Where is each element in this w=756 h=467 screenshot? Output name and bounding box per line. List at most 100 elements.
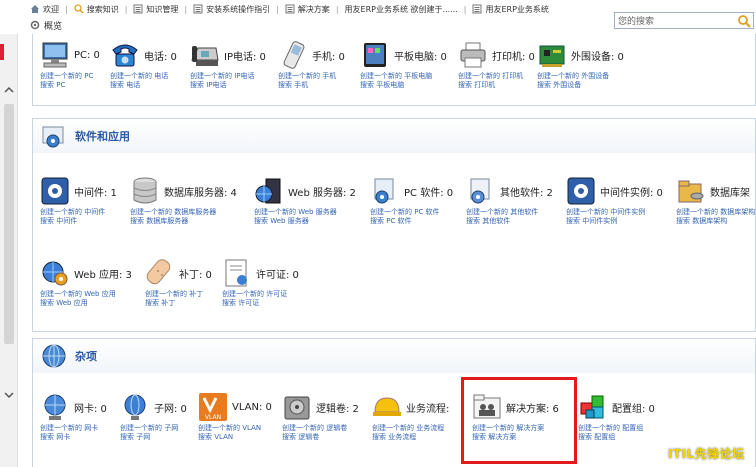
middleware-icon [41, 177, 69, 205]
tab-label: 安装系统操作指引 [206, 4, 271, 14]
search-link[interactable]: 搜索 PC [40, 81, 100, 90]
overview-label: 概览 [44, 21, 63, 32]
create-link[interactable]: 创建一个新的 网卡 [40, 424, 107, 433]
scroll-thumb[interactable] [4, 104, 14, 344]
item-count: 配置组: 0 [612, 403, 655, 415]
create-link[interactable]: 创建一个新的 Web 服务器 [254, 208, 356, 217]
create-link[interactable]: 创建一个新的 许可证 [222, 290, 299, 299]
create-link[interactable]: 创建一个新的 子网 [120, 424, 187, 433]
search-link[interactable]: 搜索 补丁 [145, 299, 212, 308]
search-input[interactable]: 您的搜索 [614, 12, 754, 29]
section-title: 软件和应用 [75, 130, 130, 143]
highlight-box [461, 377, 577, 464]
hw-item-ip-phone: IP电话: 0 创建一个新的 IP电话 搜索 IP电话 [190, 40, 266, 90]
misc-globe-icon [42, 344, 66, 368]
create-link[interactable]: 创建一个新的 PC 软件 [370, 208, 453, 217]
database-schema-icon [678, 180, 704, 203]
search-link[interactable]: 搜索 配置组 [578, 433, 655, 442]
sw-item-database-server: 数据库服务器: 4 创建一个新的 数据库服务器 搜索 数据库服务器 [130, 176, 237, 226]
create-link[interactable]: 创建一个新的 中间件实例 [566, 208, 663, 217]
misc-section-header: 杂项 [33, 339, 755, 373]
create-link[interactable]: 创建一个新的 VLAN [198, 424, 272, 433]
create-link[interactable]: 创建一个新的 电话 [110, 72, 177, 81]
chevron-up-icon[interactable] [3, 84, 15, 96]
create-link[interactable]: 创建一个新的 平板电脑 [360, 72, 447, 81]
watermark-text: ITIL先锋论坛 [668, 447, 745, 461]
tab-welcome[interactable]: 欢迎 [30, 4, 59, 15]
search-link[interactable]: 搜索 中间件 [40, 217, 117, 226]
search-link[interactable]: 搜索 外围设备 [537, 81, 624, 90]
create-link[interactable]: 创建一个新的 业务流程 [372, 424, 449, 433]
web-server-icon [255, 178, 281, 204]
create-link[interactable]: 创建一个新的 外围设备 [537, 72, 624, 81]
tab-search-knowledge[interactable]: 搜索知识 [74, 4, 119, 15]
item-count: 子网: 0 [154, 403, 187, 415]
item-count: 其他软件: 2 [500, 187, 553, 199]
create-link[interactable]: 创建一个新的 数据库架构 [676, 208, 755, 217]
mobile-phone-icon [283, 41, 305, 69]
software-section-header: 软件和应用 [33, 119, 755, 153]
misc-item-vlan: VLAN VLAN: 0 创建一个新的 VLAN 搜索 VLAN [198, 392, 272, 442]
item-count: 外围设备: 0 [571, 51, 624, 63]
sw-item-web-server: Web 服务器: 2 创建一个新的 Web 服务器 搜索 Web 服务器 [254, 176, 356, 226]
search-link[interactable]: 搜索 网卡 [40, 433, 107, 442]
search-link[interactable]: 搜索 IP电话 [190, 81, 266, 90]
misc-item-subnet: 子网: 0 创建一个新的 子网 搜索 子网 [120, 392, 187, 442]
search-link[interactable]: 搜索 业务流程 [372, 433, 449, 442]
tab-label: 解决方案 [297, 4, 330, 14]
create-link[interactable]: 创建一个新的 补丁 [145, 290, 212, 299]
document-icon [133, 4, 143, 14]
chevron-down-icon[interactable] [3, 389, 15, 401]
tab-erp-system[interactable]: 用友ERP业务系统 [472, 4, 549, 15]
subnet-icon [124, 394, 146, 420]
item-count: 补丁: 0 [179, 269, 212, 281]
create-link[interactable]: 创建一个新的 Web 应用 [40, 290, 132, 299]
search-link[interactable]: 搜索 手机 [278, 81, 345, 90]
search-link[interactable]: 搜索 数据库服务器 [130, 217, 237, 226]
tab-erp-created[interactable]: 用友ERP业务系统 欲创建于...... [345, 4, 458, 15]
search-link[interactable]: 搜索 许可证 [222, 299, 299, 308]
search-link[interactable]: 搜索 其他软件 [466, 217, 553, 226]
pc-icon [42, 42, 68, 68]
search-link[interactable]: 搜索 Web 服务器 [254, 217, 356, 226]
search-link[interactable]: 搜索 子网 [120, 433, 187, 442]
create-link[interactable]: 创建一个新的 打印机 [458, 72, 535, 81]
search-link[interactable]: 搜索 VLAN [198, 433, 272, 442]
other-software-icon [470, 178, 490, 204]
document-icon [285, 4, 295, 14]
tab-knowledge-management[interactable]: 知识管理 [133, 4, 178, 15]
config-group-icon [580, 395, 604, 419]
create-link[interactable]: 创建一个新的 PC [40, 72, 100, 81]
create-link[interactable]: 创建一个新的 数据库服务器 [130, 208, 237, 217]
tab-label: 用友ERP业务系统 [485, 4, 549, 14]
hw-item-mobile: 手机: 0 创建一个新的 手机 搜索 手机 [278, 40, 345, 90]
cmdb-overview-page: 欢迎 | 搜索知识 | 知识管理 | 安装系统操作指引 | 解决方案 | 用友E… [0, 0, 756, 467]
hw-item-telephone: 电话: 0 创建一个新的 电话 搜索 电话 [110, 40, 177, 90]
tab-solutions[interactable]: 解决方案 [285, 4, 330, 15]
create-link[interactable]: 创建一个新的 中间件 [40, 208, 117, 217]
create-link[interactable]: 创建一个新的 IP电话 [190, 72, 266, 81]
search-link[interactable]: 搜索 平板电脑 [360, 81, 447, 90]
search-link[interactable]: 搜索 PC 软件 [370, 217, 453, 226]
create-link[interactable]: 创建一个新的 逻辑卷 [282, 424, 359, 433]
search-link[interactable]: 搜索 Web 应用 [40, 299, 132, 308]
create-link[interactable]: 创建一个新的 配置组 [578, 424, 655, 433]
search-icon[interactable] [737, 14, 751, 28]
tab-separator: | [276, 4, 279, 14]
search-link[interactable]: 搜索 数据库架构 [676, 217, 755, 226]
search-icon [74, 4, 84, 14]
tab-label: 搜索知识 [86, 4, 119, 14]
create-link[interactable]: 创建一个新的 其他软件 [466, 208, 553, 217]
vertical-scrollbar[interactable] [0, 34, 18, 467]
database-server-icon [133, 177, 157, 204]
printer-icon [460, 42, 486, 68]
search-link[interactable]: 搜索 中间件实例 [566, 217, 663, 226]
tab-install-guide[interactable]: 安装系统操作指引 [193, 4, 270, 15]
overview-crumb[interactable]: 概览 [30, 18, 62, 32]
tab-separator: | [184, 4, 188, 14]
create-link[interactable]: 创建一个新的 手机 [278, 72, 345, 81]
search-link[interactable]: 搜索 电话 [110, 81, 177, 90]
software-folder-icon [42, 126, 64, 148]
search-link[interactable]: 搜索 打印机 [458, 81, 535, 90]
search-link[interactable]: 搜索 逻辑卷 [282, 433, 359, 442]
